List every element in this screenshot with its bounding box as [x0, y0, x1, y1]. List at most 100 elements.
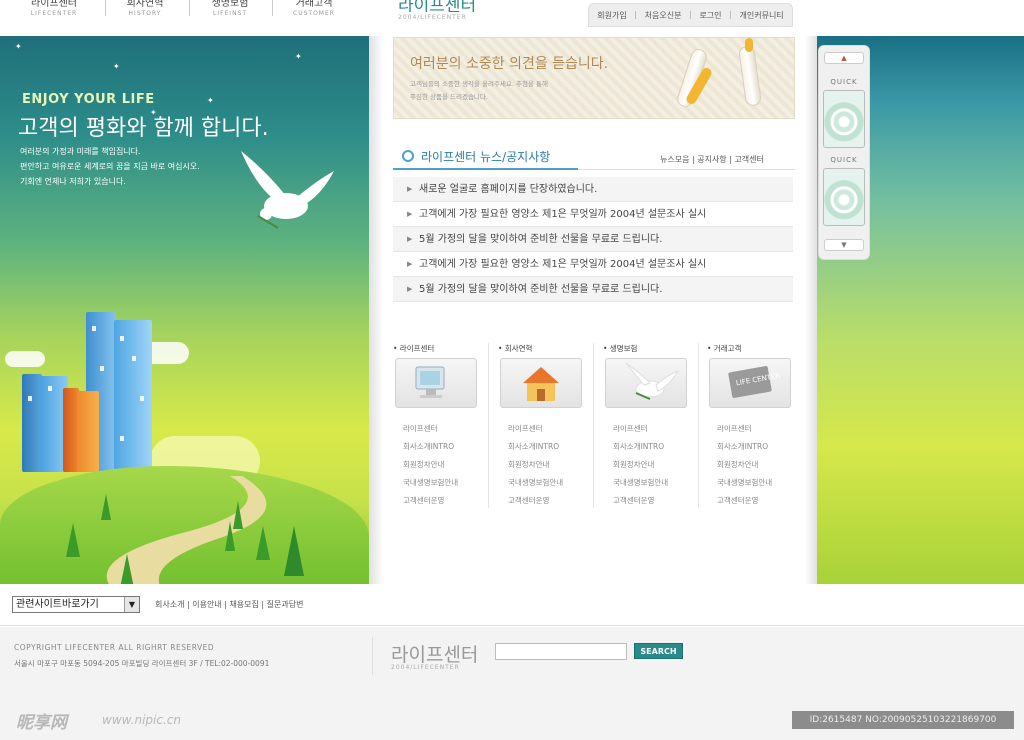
- cloud: [5, 351, 45, 367]
- category-link[interactable]: 라이프센터: [717, 423, 752, 434]
- quick-label: QUICK: [830, 156, 858, 164]
- nav-item-lifeinst[interactable]: 생명보험 LIFEINST: [190, 0, 270, 17]
- category-title: • 라이프센터: [393, 344, 435, 353]
- news-item-text: 고객에게 가장 필요한 영양소 제1은 무엇일까 2004년 설문조사 실시: [419, 209, 707, 220]
- site-logo[interactable]: 라이프센터 2004/LIFECENTER: [398, 0, 518, 28]
- window: [120, 336, 124, 341]
- category-link[interactable]: 회사소개INTRO: [613, 441, 664, 452]
- category-link[interactable]: 회원정차안내: [613, 459, 654, 470]
- arrow-right-icon: ▶: [407, 210, 413, 218]
- category-image[interactable]: [500, 358, 582, 408]
- first-visit-link[interactable]: 처음오신분: [645, 10, 682, 21]
- star-icon: ✦: [207, 96, 214, 105]
- address: 서울시 마포구 마포동 5094-205 마포빌딩 라이프센터 3F / TEL…: [14, 659, 270, 668]
- category-history: • 회사연혁 라이프센터 회사소개INTRO 회원정차안내 국내생명보험안내 고…: [498, 343, 598, 505]
- nav-item-history[interactable]: 회사연혁 HISTORY: [105, 0, 185, 17]
- search-input[interactable]: [495, 643, 627, 660]
- main-banner: ✦ ✦ ✦ ✦ ✦ ENJOY YOUR LIFE 고객의 평화와 함께 합니다…: [0, 36, 369, 584]
- category-link[interactable]: 회원정차안내: [508, 459, 549, 470]
- category-link[interactable]: 회원정차안내: [717, 459, 758, 470]
- nav-sublabel: HISTORY: [128, 10, 162, 17]
- category-link[interactable]: 국내생명보험안내: [717, 477, 772, 488]
- quick-label: QUICK: [830, 78, 858, 86]
- footer-logo-sub: 2004/LIFECENTER: [391, 664, 460, 671]
- banner-desc-line: 여러분의 가정과 미래를 책임집니다.: [20, 147, 141, 156]
- category-link[interactable]: 회사소개INTRO: [403, 441, 454, 452]
- shadow: [369, 36, 383, 584]
- nav-label: 생명보험: [211, 0, 249, 8]
- tree: [284, 526, 304, 576]
- footer-links[interactable]: 회사소개 | 이용안내 | 채용모집 | 질문과답변: [155, 599, 303, 610]
- category-link[interactable]: 국내생명보험안내: [613, 477, 668, 488]
- life-center-sign-icon: LIFE CENTER: [728, 366, 781, 398]
- logo-title: 라이프센터: [398, 0, 477, 12]
- tree: [66, 523, 80, 557]
- category-title: • 생명보험: [603, 344, 638, 353]
- nav-sublabel: LIFEINST: [212, 10, 248, 17]
- category-image[interactable]: [605, 358, 687, 408]
- quick-up-button[interactable]: ▲: [824, 52, 864, 64]
- nav-label: 거래고객: [295, 0, 333, 8]
- category-link[interactable]: 고객센터운영: [403, 495, 444, 506]
- divider: [730, 11, 732, 19]
- select-value: 관련사이트바로가기: [16, 599, 99, 610]
- news-item[interactable]: ▶ 고객에게 가장 필요한 영양소 제1은 무엇일까 2004년 설문조사 실시: [393, 202, 793, 227]
- nav-label: 라이프센터: [31, 0, 77, 8]
- category-link[interactable]: 국내생명보험안내: [508, 477, 563, 488]
- arrow-right-icon: ▶: [407, 235, 413, 243]
- news-item[interactable]: ▶ 5월 가정의 달을 맞이하여 준비한 선물을 무료로 드립니다.: [393, 277, 793, 302]
- category-image[interactable]: LIFE CENTER: [709, 358, 791, 408]
- window: [92, 326, 96, 331]
- category-link[interactable]: 고객센터운영: [613, 495, 654, 506]
- image-id-badge: ID:2615487 NO:20090525103221869700: [792, 711, 1014, 729]
- category-link[interactable]: 라이프센터: [403, 423, 438, 434]
- arrow-right-icon: ▶: [407, 260, 413, 268]
- news-title: 라이프센터 뉴스/공지사항: [421, 150, 551, 164]
- news-links[interactable]: 뉴스모음 | 공지사항 | 고객센터: [660, 154, 764, 165]
- search-button[interactable]: SEARCH: [634, 643, 683, 659]
- category-link[interactable]: 라이프센터: [508, 423, 543, 434]
- dove-icon: [625, 362, 680, 400]
- monitor-icon: [415, 366, 445, 398]
- login-link[interactable]: 로그인: [699, 10, 721, 21]
- tree: [101, 494, 111, 520]
- window: [140, 396, 144, 401]
- quick-link-1[interactable]: [823, 90, 865, 148]
- news-item[interactable]: ▶ 고객에게 가장 필요한 영양소 제1은 무엇일까 2004년 설문조사 실시: [393, 252, 793, 277]
- nav-item-customer[interactable]: 거래고객 CUSTOMER: [274, 0, 354, 17]
- join-link[interactable]: 회원가입: [597, 10, 626, 21]
- news-item[interactable]: ▶ 5월 가정의 달을 맞이하여 준비한 선물을 무료로 드립니다.: [393, 227, 793, 252]
- news-item-text: 새로운 얼굴로 홈페이지를 단장하였습니다.: [419, 184, 598, 195]
- community-link[interactable]: 개인커뮤니티: [740, 10, 784, 21]
- category-link[interactable]: 회사소개INTRO: [717, 441, 768, 452]
- quick-menu: ▲ QUICK QUICK ▼: [818, 45, 870, 260]
- banner-desc-line: 편안하고 여유로운 세계로의 꿈을 지금 바로 여십시오.: [20, 162, 200, 171]
- opinion-banner[interactable]: 여러분의 소중한 의견을 듣습니다. 고객님들의 소중한 생각을 올려주세요. …: [393, 37, 795, 119]
- news-item[interactable]: ▶ 새로운 얼굴로 홈페이지를 단장하였습니다.: [393, 177, 793, 202]
- quick-link-2[interactable]: [823, 168, 865, 226]
- category-link[interactable]: 국내생명보험안내: [403, 477, 458, 488]
- category-customer: • 거래고객 LIFE CENTER 라이프센터 회사소개INTRO 회원정차안…: [707, 343, 807, 505]
- category-link[interactable]: 고객센터운영: [717, 495, 758, 506]
- quick-down-button[interactable]: ▼: [824, 239, 864, 251]
- window: [100, 366, 104, 371]
- footer-bar: [0, 584, 1024, 626]
- category-link[interactable]: 회원정차안내: [403, 459, 444, 470]
- news-item-text: 고객에게 가장 필요한 영양소 제1은 무엇일까 2004년 설문조사 실시: [419, 259, 707, 270]
- category-lifecenter: • 라이프센터 라이프센터 회사소개INTRO 회원정차안내 국내생명보험안내 …: [393, 343, 493, 505]
- category-image[interactable]: [395, 358, 477, 408]
- category-link[interactable]: 고객센터운영: [508, 495, 549, 506]
- news-item-text: 5월 가정의 달을 맞이하여 준비한 선물을 무료로 드립니다.: [419, 234, 663, 245]
- star-icon: ✦: [295, 52, 302, 61]
- tree: [256, 526, 270, 560]
- tree: [120, 554, 134, 584]
- building: [114, 320, 152, 472]
- category-link[interactable]: 회사소개INTRO: [508, 441, 559, 452]
- nav-item-lifecenter[interactable]: 라이프센터 LIFECENTER: [14, 0, 94, 17]
- window: [132, 356, 136, 361]
- bottle-icon: [737, 45, 763, 107]
- category-link[interactable]: 라이프센터: [613, 423, 648, 434]
- chevron-down-icon: ▼: [124, 597, 139, 612]
- related-sites-select[interactable]: 관련사이트바로가기 ▼: [12, 596, 140, 613]
- category-title: • 회사연혁: [498, 344, 533, 353]
